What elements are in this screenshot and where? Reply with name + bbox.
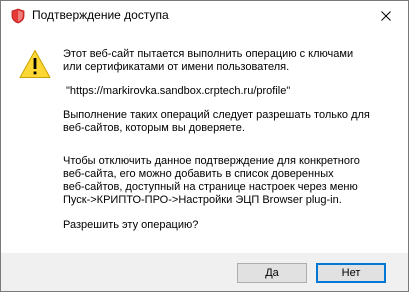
title-bar[interactable]: Подтверждение доступа: [1, 1, 408, 31]
close-icon: [380, 11, 391, 21]
dialog-content: Этот веб-сайт пытается выполнить операци…: [1, 31, 408, 253]
message-line: веб-сайтов, доступный на странице настро…: [63, 181, 358, 193]
message-line: Выполнение таких операций следует разреш…: [63, 109, 370, 121]
message-line: веб-сайтов, которым вы доверяете.: [63, 122, 245, 134]
message-line: Этот веб-сайт пытается выполнить операци…: [63, 48, 354, 60]
site-url: "https://markirovka.sandbox.crptech.ru/p…: [66, 85, 291, 97]
message-line: веб-сайта, его можно добавить в список д…: [63, 168, 334, 180]
button-bar: Да Нет: [1, 253, 408, 291]
window-title: Подтверждение доступа: [32, 8, 169, 22]
warning-icon: [19, 49, 51, 79]
shield-icon: [10, 8, 26, 24]
dialog-window: Подтверждение доступа Этот веб-сайт пыта…: [0, 0, 409, 292]
yes-button[interactable]: Да: [237, 263, 307, 283]
message-line: или сертификатами от имени пользователя.: [63, 61, 290, 73]
close-button[interactable]: [363, 1, 408, 31]
no-button[interactable]: Нет: [316, 263, 386, 283]
message-line: Пуск->КРИПТО-ПРО->Настройки ЭЦП Browser …: [63, 194, 342, 206]
question-text: Разрешить эту операцию?: [63, 219, 199, 231]
message-line: Чтобы отключить данное подтверждение для…: [63, 155, 360, 167]
